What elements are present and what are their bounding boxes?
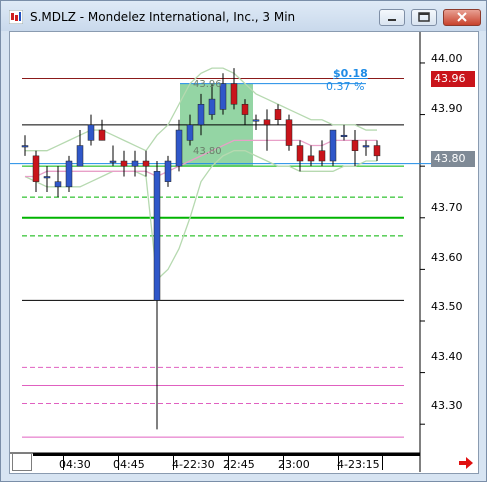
bullish-candle	[54, 181, 62, 188]
bullish-candle	[252, 119, 260, 122]
time-tick-label: 4-23:15	[337, 458, 380, 471]
time-axis-bar	[33, 453, 420, 456]
maximize-icon	[418, 12, 430, 22]
measure-bottom-price: 43.80	[193, 146, 222, 157]
bearish-candle	[351, 140, 359, 151]
scroll-right-arrow-icon[interactable]	[458, 457, 474, 469]
maximize-button[interactable]	[411, 9, 437, 26]
bearish-candle	[142, 160, 150, 167]
upper-price-tag: 43.96	[431, 71, 475, 87]
chart-area[interactable]: 44.00 43.90 43.70 43.60 43.50 43.40 43.3…	[9, 31, 479, 474]
bullish-candle	[65, 160, 73, 188]
bearish-candle	[274, 109, 282, 120]
bearish-candle	[285, 119, 293, 146]
time-tick-label: 04:45	[113, 458, 145, 471]
bearish-candle	[241, 103, 249, 115]
bullish-candle	[164, 160, 172, 182]
chart-window: S.MDLZ - Mondelez International, Inc., 3…	[0, 0, 487, 482]
bearish-candle	[296, 145, 304, 162]
bullish-candle	[208, 98, 216, 115]
chart-app-icon	[9, 10, 23, 24]
bullish-candle	[87, 124, 95, 141]
bearish-candle	[120, 160, 128, 167]
time-tick-label: 23:00	[278, 458, 310, 471]
price-tick-label: 43.50	[431, 300, 463, 313]
minimize-icon	[388, 19, 396, 21]
current-price-tag: 43.80	[431, 151, 475, 167]
close-button[interactable]	[443, 9, 481, 26]
window-title: S.MDLZ - Mondelez International, Inc., 3…	[30, 10, 296, 24]
price-tick-label: 43.30	[431, 399, 463, 412]
bullish-candle	[329, 129, 337, 162]
measure-change-pct: 0.37 %	[326, 80, 365, 93]
bullish-candle	[21, 145, 29, 148]
bearish-candle	[373, 145, 381, 157]
measure-top-price: 43.96	[193, 79, 222, 90]
price-tick-label: 44.00	[431, 52, 463, 65]
bearish-candle	[318, 150, 326, 162]
bullish-candle	[131, 160, 139, 167]
bollinger-lower-line	[24, 150, 377, 282]
bullish-candle	[76, 145, 84, 167]
bullish-candle	[175, 129, 183, 167]
price-tick-label: 43.60	[431, 251, 463, 264]
bearish-candle	[230, 83, 238, 105]
time-tick-label: 4-22:30	[172, 458, 215, 471]
bearish-candle	[307, 155, 315, 162]
bullish-candle	[43, 176, 51, 179]
bullish-candle	[197, 103, 205, 126]
price-chart[interactable]	[10, 32, 478, 473]
price-tick-label: 43.90	[431, 102, 463, 115]
bullish-candle	[362, 145, 370, 148]
chart-corner-box[interactable]	[12, 453, 32, 471]
bullish-candle	[109, 160, 117, 163]
measure-change: $0.18	[333, 67, 368, 80]
bullish-candle	[186, 124, 194, 141]
close-icon	[457, 12, 467, 22]
price-tick-label: 43.70	[431, 201, 463, 214]
bearish-candle	[263, 119, 271, 126]
time-tick-label: 22:45	[223, 458, 255, 471]
price-tick-label: 43.40	[431, 350, 463, 363]
minimize-button[interactable]	[379, 9, 405, 26]
time-tick-label: 04:30	[59, 458, 91, 471]
bearish-candle	[98, 129, 106, 141]
bearish-candle	[32, 155, 40, 182]
bullish-candle	[340, 134, 348, 137]
bullish-candle	[153, 171, 161, 301]
title-bar[interactable]: S.MDLZ - Mondelez International, Inc., 3…	[1, 1, 486, 31]
